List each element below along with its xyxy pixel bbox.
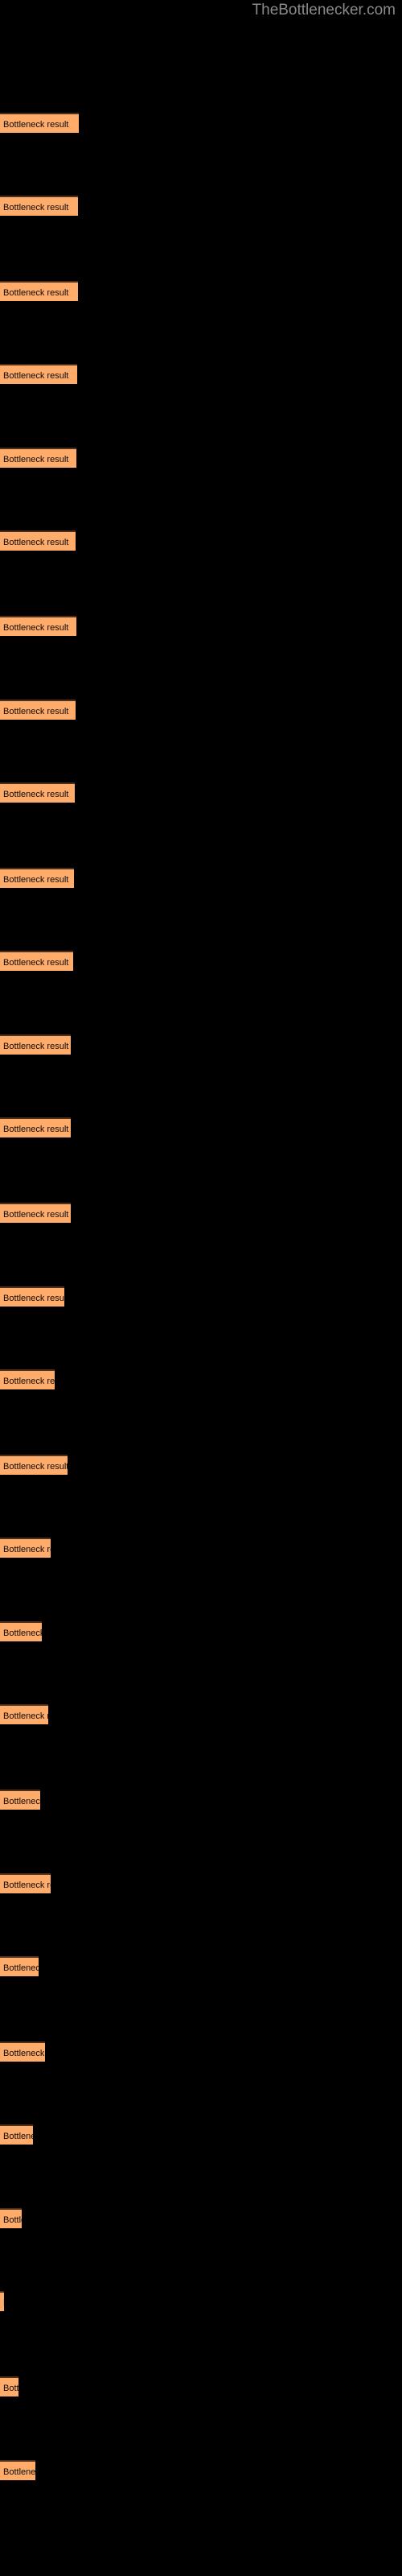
- bar-label: Bottleneck result: [3, 1880, 51, 1890]
- bar[interactable]: Bottleneck result: [0, 448, 76, 468]
- bar-label: Bottleneck result: [3, 2384, 18, 2393]
- bar[interactable]: Bottleneck result: [0, 1956, 39, 1976]
- bar[interactable]: Bottleneck result: [0, 868, 74, 888]
- bar-label: Bottleneck result: [3, 875, 69, 885]
- bar-label: Bottleneck result: [3, 1462, 68, 1472]
- bar-label: Bottleneck result: [3, 120, 69, 130]
- bar-label: Bottleneck result: [3, 1377, 55, 1386]
- bar[interactable]: Bottleneck result: [0, 1203, 71, 1223]
- bar[interactable]: Bottleneck result: [0, 1704, 48, 1724]
- bar[interactable]: Bottleneck result: [0, 1538, 51, 1558]
- bar[interactable]: Bottleneck result: [0, 196, 78, 216]
- bar[interactable]: Bottleneck result: [0, 281, 78, 301]
- bar-label: Bottleneck result: [3, 538, 69, 547]
- bar-label: Bottleneck result: [3, 1294, 64, 1303]
- bar[interactable]: Bottleneck result: [0, 1369, 55, 1389]
- bar[interactable]: Bottleneck result: [0, 1034, 71, 1055]
- bar[interactable]: Bottleneck result: [0, 2124, 33, 2145]
- bar[interactable]: Bottleneck result: [0, 782, 75, 803]
- bar[interactable]: Bottleneck result: [0, 2208, 22, 2228]
- bar-label: Bottleneck result: [3, 707, 69, 716]
- bar-label: Bottleneck result: [3, 2293, 4, 2311]
- bar-label: Bottleneck result: [3, 2049, 45, 2058]
- bar[interactable]: Bottleneck result: [0, 951, 73, 971]
- bar[interactable]: Bottleneck result: [0, 1455, 68, 1475]
- bar[interactable]: Bottleneck result: [0, 2376, 18, 2396]
- bar-label: Bottleneck result: [3, 2467, 35, 2477]
- bar-label: Bottleneck result: [3, 2215, 22, 2225]
- bar-label: Bottleneck result: [3, 288, 69, 298]
- bar-label: Bottleneck result: [3, 1629, 42, 1638]
- bar-label: Bottleneck result: [3, 2132, 33, 2141]
- bar[interactable]: Bottleneck result: [0, 1621, 42, 1641]
- bar[interactable]: Bottleneck result: [0, 113, 79, 133]
- bar-label: Bottleneck result: [3, 1042, 69, 1051]
- bar-label: Bottleneck result: [3, 958, 69, 968]
- bar[interactable]: Bottleneck result: [0, 1873, 51, 1893]
- bar-label: Bottleneck result: [3, 455, 69, 464]
- bar-series: Bottleneck result Bottleneck result Bottle…: [0, 0, 402, 2576]
- bar-label: Bottleneck result: [3, 1545, 51, 1554]
- bar-label: Bottleneck result: [3, 623, 69, 633]
- bar-label: Bottleneck result: [3, 1963, 39, 1973]
- bar[interactable]: Bottleneck result: [0, 700, 76, 720]
- bar[interactable]: Bottleneck result: [0, 364, 77, 384]
- bar[interactable]: Bottleneck result: [0, 1117, 71, 1137]
- bottleneck-chart: TheBottlenecker.com Bottleneck result Bot…: [0, 0, 402, 2576]
- bar[interactable]: Bottleneck result: [0, 530, 76, 551]
- bar[interactable]: Bottleneck result: [0, 2291, 4, 2311]
- bar[interactable]: Bottleneck result: [0, 616, 76, 636]
- bar-label: Bottleneck result: [3, 371, 69, 381]
- bar[interactable]: Bottleneck result: [0, 2041, 45, 2062]
- bar[interactable]: Bottleneck result: [0, 2460, 35, 2480]
- bar-label: Bottleneck result: [3, 203, 69, 213]
- bar-label: Bottleneck result: [3, 790, 69, 799]
- bar[interactable]: Bottleneck result: [0, 1286, 64, 1307]
- bar-label: Bottleneck result: [3, 1210, 69, 1220]
- bar-label: Bottleneck result: [3, 1125, 69, 1134]
- bar[interactable]: Bottleneck result: [0, 1790, 40, 1810]
- bar-label: Bottleneck result: [3, 1797, 40, 1806]
- bar-label: Bottleneck result: [3, 1711, 48, 1721]
